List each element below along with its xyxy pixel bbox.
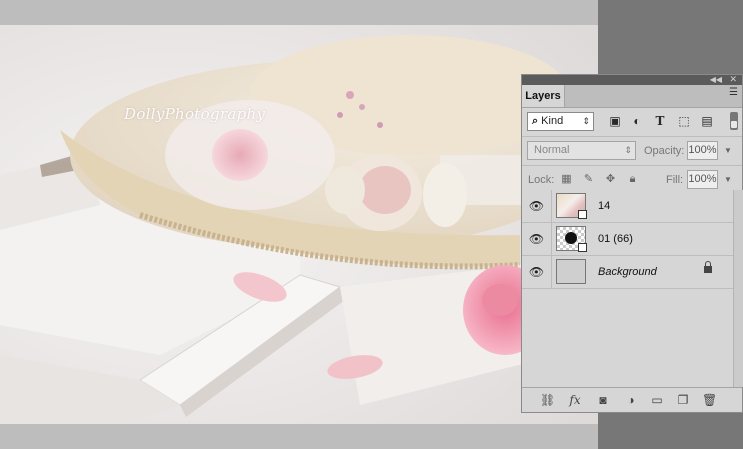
chevron-down-icon[interactable]: ▼: [721, 170, 735, 189]
layer-name[interactable]: 01 (66): [598, 223, 633, 255]
filter-toggle-switch[interactable]: [730, 112, 738, 130]
layer-thumbnail: [556, 226, 587, 252]
double-chevron-left-icon[interactable]: ◀◀: [710, 74, 722, 85]
mask-icon[interactable]: ◙: [596, 393, 610, 407]
filter-kind-label: Kind: [541, 115, 564, 127]
lock-image-brush-icon[interactable]: ✎: [582, 173, 595, 186]
fx-icon[interactable]: fx: [568, 393, 582, 407]
blend-row: Normal ⇕ Opacity: 100% ▼: [522, 137, 742, 166]
link-layers-icon[interactable]: ⛓︎: [540, 393, 555, 407]
adjustment-filter-icon[interactable]: ◐: [630, 114, 644, 128]
layer-name[interactable]: 14: [598, 190, 610, 222]
type-filter-icon[interactable]: T: [653, 114, 667, 128]
layers-panel: ◀◀ ✕ Layers ☰ ⌕ Kind ⇕ ▣ ◐ T ⬚ ▤ Normal ⇕…: [521, 74, 743, 413]
lock-position-move-icon[interactable]: ✥: [604, 173, 617, 186]
panel-titlebar[interactable]: ◀◀ ✕: [522, 74, 742, 85]
filter-kind-select[interactable]: ⌕ Kind ⇕: [527, 112, 594, 131]
scrollbar[interactable]: [733, 190, 743, 387]
silhouette-icon: [565, 232, 577, 244]
document-canvas[interactable]: DollyPhotography: [0, 25, 598, 424]
layers-list: 👁︎ 14 👁︎ 01 (66) 👁︎ Background: [522, 190, 733, 387]
padlock-icon: [704, 261, 712, 273]
eye-icon[interactable]: 👁︎: [522, 256, 552, 288]
layer-thumbnail: [556, 259, 586, 284]
fill-input[interactable]: 100%: [687, 170, 718, 189]
new-group-folder-icon[interactable]: ▭: [650, 393, 664, 407]
chevron-down-icon[interactable]: ▼: [721, 141, 735, 160]
close-icon[interactable]: ✕: [729, 74, 737, 85]
smart-object-icon: [578, 210, 587, 219]
lock-all-padlock-icon[interactable]: 🔒︎: [626, 173, 639, 186]
watermark-text: DollyPhotography: [124, 105, 266, 123]
trash-icon[interactable]: 🗑︎: [702, 393, 717, 407]
tab-layers[interactable]: Layers: [522, 85, 565, 107]
pixel-filter-icon[interactable]: ▣: [608, 114, 622, 128]
adjustment-layer-icon[interactable]: ◑: [624, 393, 638, 407]
blend-mode-value: Normal: [534, 144, 570, 156]
layer-thumbnail: [556, 193, 587, 219]
lock-transparent-icon[interactable]: ▦: [560, 173, 573, 186]
panel-tabbar: Layers ☰: [522, 85, 742, 108]
layer-row[interactable]: 👁︎ 01 (66): [522, 223, 733, 256]
smart-object-icon: [578, 243, 587, 252]
spinner-arrows-icon: ⇕: [582, 116, 590, 126]
shape-filter-icon[interactable]: ⬚: [677, 114, 691, 128]
layer-name[interactable]: Background: [598, 256, 657, 288]
filter-row: ⌕ Kind ⇕ ▣ ◐ T ⬚ ▤: [522, 108, 742, 137]
blend-mode-select[interactable]: Normal ⇕: [527, 141, 636, 160]
eye-icon[interactable]: 👁︎: [522, 190, 552, 222]
eye-icon[interactable]: 👁︎: [522, 223, 552, 255]
layer-row[interactable]: 👁︎ Background: [522, 256, 733, 289]
panel-menu-icon[interactable]: ☰: [729, 87, 738, 98]
new-layer-icon[interactable]: ❐: [676, 393, 690, 407]
opacity-label: Opacity:: [644, 145, 685, 157]
layer-row[interactable]: 👁︎ 14: [522, 190, 733, 223]
panel-footer: ⛓︎ fx ◙ ◑ ▭ ❐ 🗑︎: [522, 387, 742, 412]
search-icon: ⌕: [532, 115, 539, 127]
opacity-input[interactable]: 100%: [687, 141, 718, 160]
spinner-arrows-icon: ⇕: [624, 145, 632, 155]
smart-object-filter-icon[interactable]: ▤: [700, 114, 714, 128]
photo-image: [0, 25, 598, 424]
